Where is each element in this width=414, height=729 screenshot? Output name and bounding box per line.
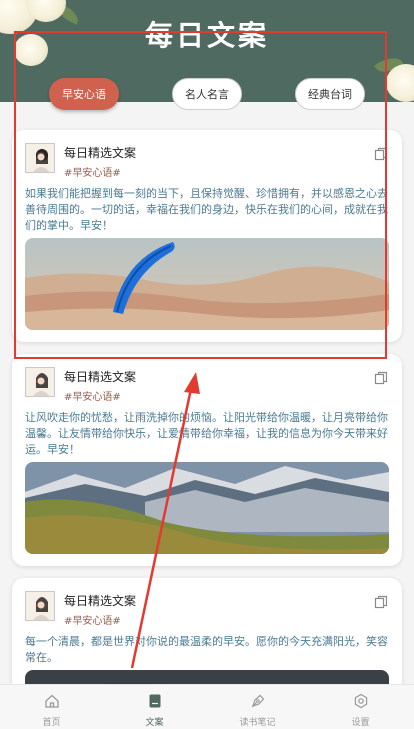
avatar-icon [26, 592, 54, 620]
landscape-image [25, 670, 389, 684]
bottom-nav: 首页 文案 读书笔记 设置 [0, 684, 414, 729]
card-tag: #早安心语# [64, 392, 121, 403]
quote-card: 每日精选文案 #早安心语# 如果我们能把握到每一刻的当下，且保持觉醒、珍惜拥有，… [12, 130, 402, 342]
copy-icon[interactable] [374, 595, 388, 609]
nav-item-reading-notes[interactable]: 读书笔记 [206, 685, 309, 729]
tab-classic-lines[interactable]: 经典台词 [295, 78, 365, 110]
nav-label: 设置 [351, 718, 370, 728]
quote-card: 每日精选文案 #早安心语# 让风吹走你的忧愁，让雨洗掉你的烦恼。让阳光带给你温暖… [12, 354, 402, 566]
book-icon [149, 694, 161, 708]
card-title: 每日精选文案 [64, 146, 137, 160]
category-tabs: 早安心语 名人名言 经典台词 [0, 78, 414, 112]
card-tag: #早安心语# [64, 616, 121, 627]
card-image [25, 462, 389, 554]
pen-nib-icon [251, 694, 265, 708]
card-image [25, 670, 389, 684]
home-icon [45, 694, 59, 708]
copy-icon[interactable] [374, 147, 388, 161]
nav-item-settings[interactable]: 设置 [309, 685, 412, 729]
nav-label: 首页 [42, 718, 61, 728]
tab-famous-quotes[interactable]: 名人名言 [172, 78, 242, 110]
avatar-icon [26, 144, 54, 172]
card-title: 每日精选文案 [64, 370, 137, 384]
card-text: 如果我们能把握到每一刻的当下，且保持觉醒、珍惜拥有，并以感恩之心去善待周围的。一… [25, 187, 388, 232]
avatar [25, 591, 55, 621]
nav-item-copywriting[interactable]: 文案 [103, 685, 206, 729]
settings-icon [354, 693, 368, 709]
avatar-icon [26, 368, 54, 396]
copy-icon[interactable] [374, 371, 388, 385]
card-text: 让风吹走你的忧愁，让雨洗掉你的烦恼。让阳光带给你温暖，让月亮带给你温馨。让友情带… [25, 411, 388, 456]
page-title: 每日文案 [144, 19, 269, 52]
card-title: 每日精选文案 [64, 594, 137, 608]
nav-label: 读书笔记 [239, 718, 276, 728]
card-text: 每一个清晨，都是世界对你说的最温柔的早安。愿你的今天充满阳光，笑容常在。 [25, 635, 388, 664]
nav-item-home[interactable]: 首页 [0, 685, 103, 729]
avatar [25, 367, 55, 397]
card-image [25, 238, 389, 330]
paraglider-image [25, 238, 389, 330]
tab-morning-quotes[interactable]: 早安心语 [49, 78, 119, 110]
avatar [25, 143, 55, 173]
mountain-image [25, 462, 389, 554]
quote-card: 每日精选文案 #早安心语# 每一个清晨，都是世界对你说的最温柔的早安。愿你的今天… [12, 578, 402, 684]
quote-list[interactable]: 每日精选文案 #早安心语# 如果我们能把握到每一刻的当下，且保持觉醒、珍惜拥有，… [0, 118, 414, 684]
card-tag: #早安心语# [64, 168, 121, 179]
nav-label: 文案 [145, 718, 164, 728]
